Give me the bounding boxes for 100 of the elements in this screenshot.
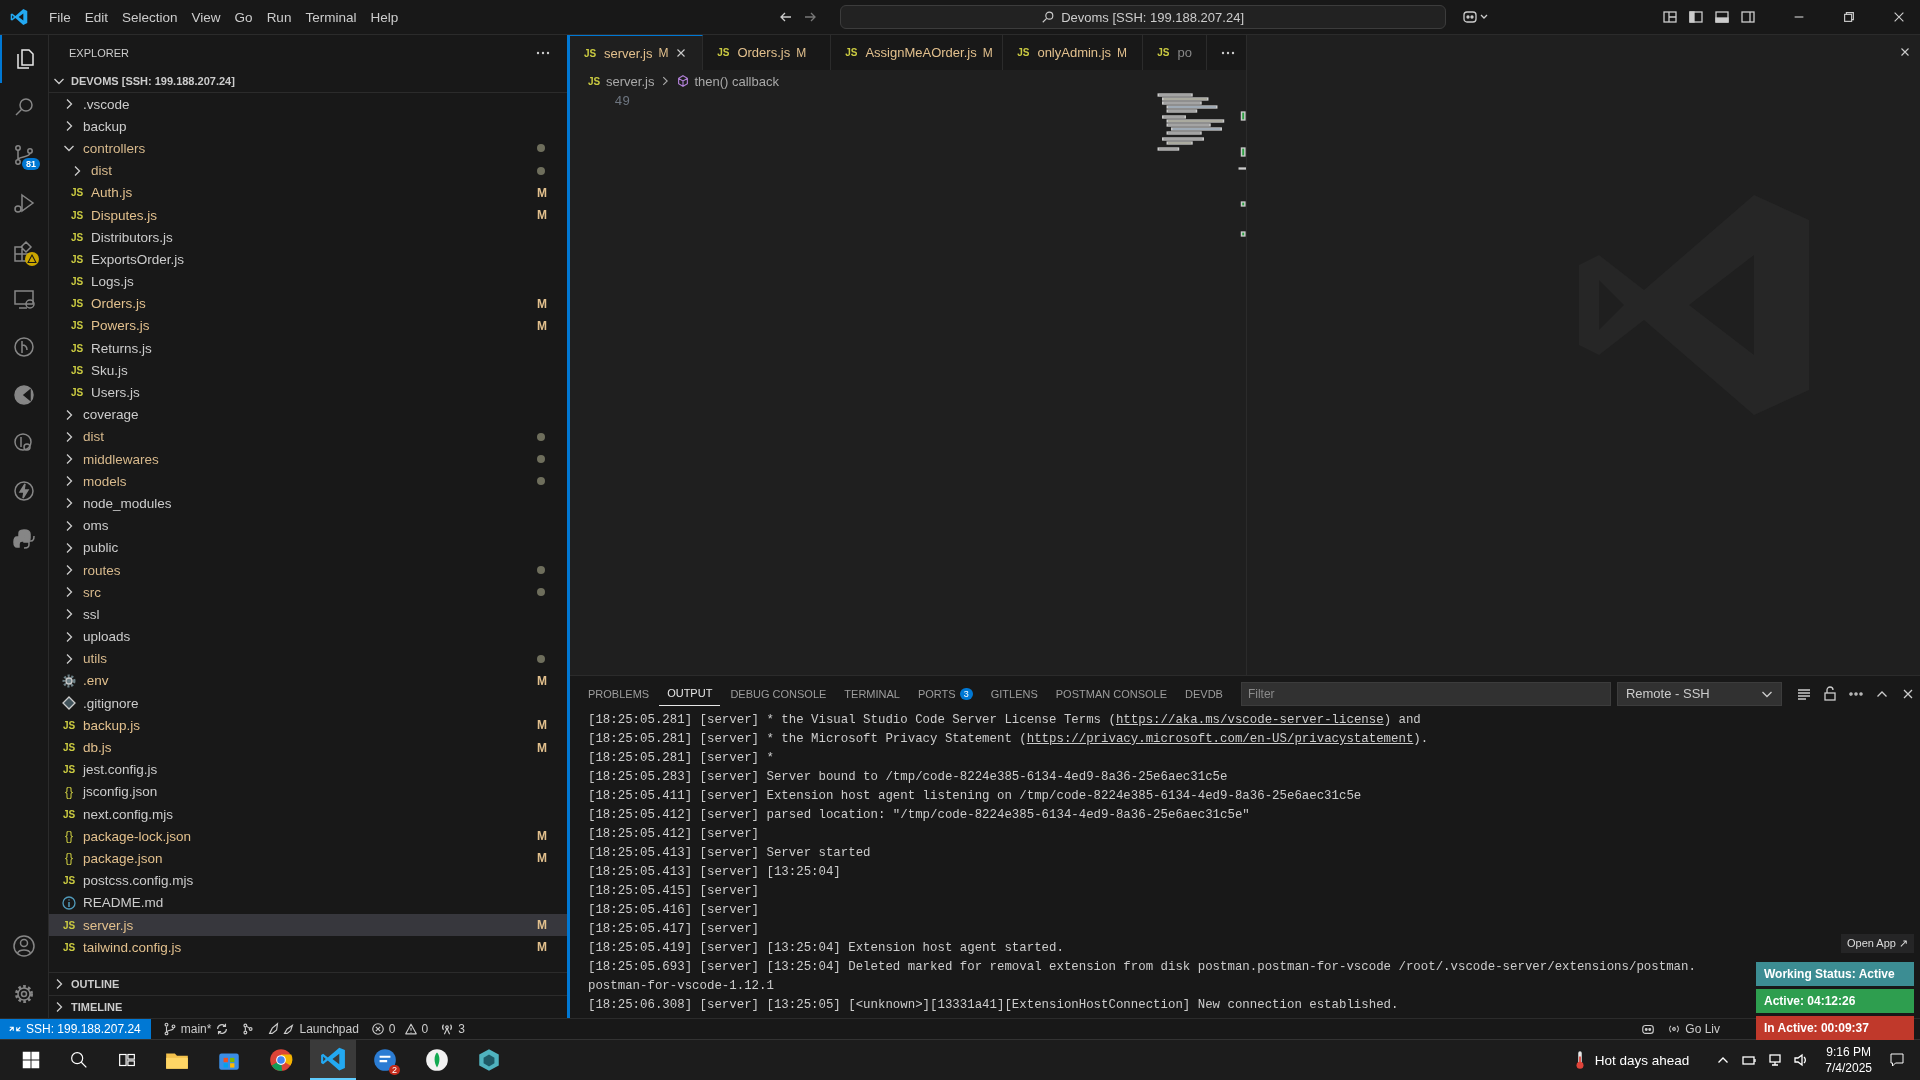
panel-tab[interactable]: PORTS 3 xyxy=(909,681,981,706)
panel-tab[interactable]: OUTPUT xyxy=(659,681,721,706)
tree-item[interactable]: {} package.json M xyxy=(49,847,567,870)
tree-item[interactable]: dist xyxy=(49,159,567,182)
tree-item[interactable]: JS Users.js xyxy=(49,381,567,404)
ports-indicator[interactable]: 3 xyxy=(440,1022,465,1036)
breadcrumb-item[interactable]: server.js xyxy=(606,73,655,89)
tree-item[interactable]: JS Returns.js xyxy=(49,337,567,360)
tree-item[interactable]: JS tailwind.config.js M xyxy=(49,936,567,959)
close-icon[interactable] xyxy=(1892,10,1906,24)
link[interactable]: https://privacy.microsoft.com/en-US/privacystatement xyxy=(1026,732,1414,746)
tree-item[interactable]: JS Sku.js xyxy=(49,359,567,382)
tree-item[interactable]: JS Disputes.js M xyxy=(49,203,567,227)
tree-item[interactable]: JS server.js M xyxy=(49,913,567,937)
tree-item[interactable]: JS postcss.config.mjs xyxy=(49,869,567,892)
unlock-icon[interactable] xyxy=(1821,685,1838,702)
tree-item[interactable]: models xyxy=(49,470,567,493)
panel-toggle-icon[interactable] xyxy=(1714,9,1730,25)
menu-item[interactable]: Go xyxy=(227,5,260,29)
tree-item[interactable]: JS Orders.js M xyxy=(49,292,567,315)
tree-item[interactable]: JS Distributors.js xyxy=(49,226,567,249)
sidebar-toggle-icon[interactable] xyxy=(1688,9,1704,25)
menu-item[interactable]: Help xyxy=(363,5,406,29)
tree-item[interactable]: utils xyxy=(49,647,567,670)
filter-field[interactable]: Filter xyxy=(1240,681,1611,706)
output-line: [18:25:05.419] [server] [13:25:04] Extension host agent started. xyxy=(588,940,1064,957)
robot-caret-icon[interactable] xyxy=(1461,9,1490,25)
tree-item[interactable]: ssl xyxy=(49,603,567,626)
notification-icon[interactable] xyxy=(1888,1051,1906,1069)
breadcrumb-item[interactable]: then() callback xyxy=(694,73,779,89)
tree-item[interactable]: dist xyxy=(49,425,567,448)
tree-item[interactable]: JS jest.config.js xyxy=(49,758,567,781)
launchpad-button[interactable]: Launchpad xyxy=(267,1022,359,1036)
menu-item[interactable]: Selection xyxy=(115,5,185,29)
tree-item[interactable]: .gitignore xyxy=(49,692,567,715)
tree-item[interactable]: {} package-lock.json M xyxy=(49,825,567,848)
tree-item[interactable]: JS Auth.js M xyxy=(49,181,567,204)
editor-tab[interactable]: JS Orders.js M xyxy=(703,35,832,70)
branch-indicator[interactable]: main* xyxy=(162,1022,230,1036)
link[interactable]: https://aka.ms/vscode-server-license xyxy=(1115,713,1384,727)
taskbar-app[interactable]: 2 xyxy=(362,1040,408,1080)
tree-item[interactable]: routes xyxy=(49,558,567,582)
tree-item[interactable]: controllers xyxy=(49,137,567,160)
open-app-button[interactable]: Open App ↗ xyxy=(1841,934,1914,953)
file-type-icon: {} xyxy=(61,851,77,866)
problems-indicator[interactable]: 0 0 xyxy=(370,1022,429,1036)
tree-item[interactable]: middlewares xyxy=(49,448,567,471)
tree-item[interactable]: src xyxy=(49,581,567,604)
restore-icon[interactable] xyxy=(1842,10,1856,24)
clock[interactable]: 9:16 PM 7/4/2025 xyxy=(1825,1044,1872,1076)
editor-tab[interactable]: JS server.js M xyxy=(570,35,704,70)
tree-item[interactable]: JS Logs.js xyxy=(49,270,567,293)
file-name: public xyxy=(83,540,119,556)
editor-tab[interactable]: JS onlyAdmin.js M xyxy=(1003,35,1144,70)
tree-item[interactable]: node_modules xyxy=(49,492,567,515)
panel-tab[interactable]: DEBUG CONSOLE xyxy=(722,681,835,706)
tree-item[interactable]: JS next.config.mjs xyxy=(49,803,567,826)
weather-widget[interactable]: Hot days ahead xyxy=(1572,1049,1690,1071)
tree-item[interactable]: JS db.js M xyxy=(49,736,567,759)
tree-item[interactable]: JS Powers.js M xyxy=(49,314,567,338)
panel-tab[interactable]: TERMINAL xyxy=(836,681,908,706)
graph-icon[interactable] xyxy=(241,1022,256,1036)
taskbar-app[interactable] xyxy=(310,1040,356,1080)
go-live-button[interactable]: Go Liv xyxy=(1667,1022,1720,1036)
tree-item[interactable]: README.md xyxy=(49,891,567,914)
menu-item[interactable]: Terminal xyxy=(298,5,364,29)
start-icon[interactable] xyxy=(20,1049,42,1071)
command-center[interactable]: Devoms [SSH: 199.188.207.24] xyxy=(839,5,1446,29)
layout-icon[interactable] xyxy=(1662,9,1678,25)
network-icon[interactable] xyxy=(1767,1052,1784,1068)
panel-tab[interactable]: DEVDB xyxy=(1177,681,1231,706)
panel-tab[interactable]: POSTMAN CONSOLE xyxy=(1047,681,1175,706)
tree-item[interactable]: oms xyxy=(49,514,567,537)
tree-item[interactable]: .vscode xyxy=(49,93,567,116)
file-name: Distributors.js xyxy=(91,229,173,245)
file-name: src xyxy=(83,584,101,600)
panel-tab[interactable]: GITLENS xyxy=(982,681,1046,706)
channel-dropdown[interactable]: Remote - SSH xyxy=(1616,681,1782,706)
tree-item[interactable]: JS ExportsOrder.js xyxy=(49,248,567,271)
panel-tab[interactable]: PROBLEMS xyxy=(580,681,658,706)
remote-indicator[interactable]: SSH: 199.188.207.24 xyxy=(0,1019,151,1039)
menu-item[interactable]: File xyxy=(42,5,78,29)
menu-item[interactable]: View xyxy=(184,5,228,29)
activity-tab[interactable]: 81 xyxy=(0,131,48,179)
tree-item[interactable]: backup xyxy=(49,115,567,138)
secondary-sidebar-icon[interactable] xyxy=(1740,9,1756,25)
menu-item[interactable]: Edit xyxy=(77,5,116,29)
tree-item[interactable]: {} jsconfig.json xyxy=(49,780,567,803)
editor-tab[interactable]: JS AssignMeAOrder.js M xyxy=(831,35,1004,70)
tree-item[interactable]: uploads xyxy=(49,625,567,648)
tree-item[interactable]: .env M xyxy=(49,669,567,693)
tree-item[interactable]: public xyxy=(49,536,567,559)
tree-item[interactable]: JS backup.js M xyxy=(49,714,567,737)
section-header[interactable]: OUTLINE xyxy=(49,972,567,995)
tree-item[interactable]: coverage xyxy=(49,403,567,426)
menu-item[interactable]: Run xyxy=(259,5,299,29)
pie-icon xyxy=(12,383,36,407)
folder-header[interactable]: DEVOMS [SSH: 199.188.207.24] xyxy=(49,70,567,93)
editor-tab[interactable]: JS po xyxy=(1143,35,1207,70)
robot-icon[interactable] xyxy=(1641,1022,1656,1036)
